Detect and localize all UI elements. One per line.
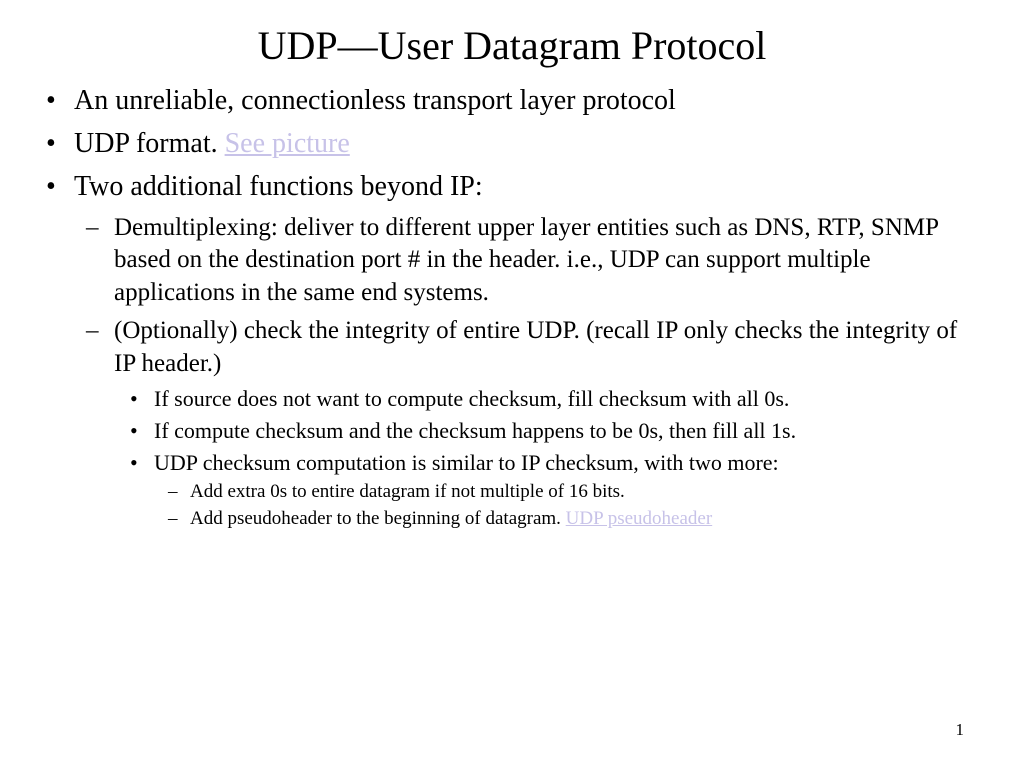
page-number: 1 bbox=[956, 720, 965, 740]
bullet-item: An unreliable, connectionless transport … bbox=[40, 83, 984, 120]
bullet-text: Demultiplexing: deliver to different upp… bbox=[114, 214, 938, 306]
bullet-list-level4: Add extra 0s to entire datagram if not m… bbox=[154, 479, 984, 531]
bullet-text: Add extra 0s to entire datagram if not m… bbox=[190, 481, 625, 502]
slide-container: UDP—User Datagram Protocol An unreliable… bbox=[0, 0, 1024, 532]
bullet-text: An unreliable, connectionless transport … bbox=[74, 85, 676, 116]
bullet-item: Demultiplexing: deliver to different upp… bbox=[74, 212, 984, 310]
bullet-item: UDP checksum computation is similar to I… bbox=[114, 448, 984, 531]
bullet-item: Two additional functions beyond IP: Demu… bbox=[40, 169, 984, 532]
bullet-text: Add pseudoheader to the beginning of dat… bbox=[190, 508, 566, 529]
bullet-item: If compute checksum and the checksum hap… bbox=[114, 416, 984, 445]
bullet-text: UDP checksum computation is similar to I… bbox=[154, 450, 779, 475]
bullet-list-level2: Demultiplexing: deliver to different upp… bbox=[74, 212, 984, 532]
bullet-item: Add pseudoheader to the beginning of dat… bbox=[154, 506, 984, 532]
slide-title: UDP—User Datagram Protocol bbox=[40, 22, 984, 69]
bullet-text: If source does not want to compute check… bbox=[154, 386, 789, 411]
pseudoheader-link[interactable]: UDP pseudoheader bbox=[566, 508, 713, 529]
bullet-item: If source does not want to compute check… bbox=[114, 384, 984, 413]
bullet-item: (Optionally) check the integrity of enti… bbox=[74, 315, 984, 531]
bullet-text: UDP format. bbox=[74, 128, 225, 159]
bullet-text: (Optionally) check the integrity of enti… bbox=[114, 317, 957, 377]
bullet-item: Add extra 0s to entire datagram if not m… bbox=[154, 479, 984, 505]
bullet-item: UDP format. See picture bbox=[40, 126, 984, 163]
bullet-list-level3: If source does not want to compute check… bbox=[114, 384, 984, 531]
bullet-list-level1: An unreliable, connectionless transport … bbox=[40, 83, 984, 532]
bullet-text: Two additional functions beyond IP: bbox=[74, 171, 483, 202]
bullet-text: If compute checksum and the checksum hap… bbox=[154, 418, 796, 443]
see-picture-link[interactable]: See picture bbox=[225, 128, 350, 159]
